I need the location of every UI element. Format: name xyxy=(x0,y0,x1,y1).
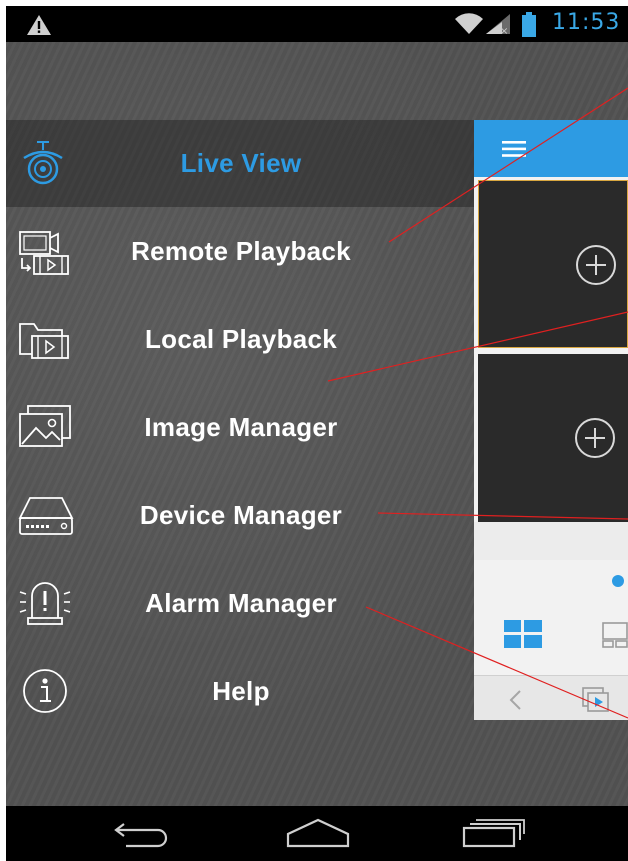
warning-icon xyxy=(27,15,51,35)
local-playback-icon xyxy=(19,323,69,359)
battery-icon xyxy=(522,12,536,37)
drawer-item-label: Help xyxy=(212,676,270,706)
drawer-item-device-manager[interactable]: Device Manager xyxy=(6,472,474,560)
drawer-item-local-playback[interactable]: Local Playback xyxy=(6,296,474,384)
drawer-item-label: Alarm Manager xyxy=(145,588,337,618)
add-channel-icon[interactable] xyxy=(573,416,617,460)
drawer-item-label: Live View xyxy=(180,148,302,178)
video-cell-2[interactable] xyxy=(478,354,628,522)
playback-icon[interactable] xyxy=(582,687,612,713)
page-indicator-dot xyxy=(612,575,624,587)
camera-icon xyxy=(23,141,63,185)
status-bar: × 11:53 xyxy=(6,6,628,42)
image-icon xyxy=(19,405,71,447)
info-icon xyxy=(23,669,67,713)
system-nav-bar xyxy=(6,806,628,861)
drawer-item-label: Local Playback xyxy=(144,324,338,354)
drawer-item-label: Image Manager xyxy=(144,412,338,442)
wifi-icon xyxy=(455,13,483,34)
drawer-item-label: Device Manager xyxy=(139,500,343,530)
video-cell-1[interactable] xyxy=(478,180,628,348)
signal-icon: × xyxy=(486,14,510,35)
svg-text:×: × xyxy=(500,26,508,35)
back-chevron-icon[interactable] xyxy=(508,689,522,711)
recent-apps-icon[interactable] xyxy=(462,818,526,848)
phone-screen: × 11:53 Live View Remote Playback Local … xyxy=(6,6,628,861)
hamburger-menu-icon[interactable] xyxy=(502,140,526,158)
home-icon[interactable] xyxy=(286,818,350,848)
cell-gap-strip xyxy=(474,522,628,560)
remote-playback-icon xyxy=(19,231,69,275)
status-clock: 11:53 xyxy=(552,10,621,35)
drawer-item-image-manager[interactable]: Image Manager xyxy=(6,384,474,472)
live-view-header xyxy=(474,120,628,177)
drawer-item-alarm-manager[interactable]: Alarm Manager xyxy=(6,560,474,648)
drawer-item-remote-playback[interactable]: Remote Playback xyxy=(6,208,474,296)
alarm-icon xyxy=(19,582,71,625)
add-channel-icon[interactable] xyxy=(574,243,618,287)
back-icon[interactable] xyxy=(110,818,170,850)
grid-layout-icon[interactable] xyxy=(504,620,542,648)
navigation-drawer: Live View Remote Playback Local Playback… xyxy=(6,42,474,806)
drawer-item-label: Remote Playback xyxy=(131,236,351,266)
drawer-item-live-view[interactable]: Live View xyxy=(6,120,474,208)
drawer-item-help[interactable]: Help xyxy=(6,648,474,736)
multi-screen-icon[interactable] xyxy=(602,622,628,648)
live-view-screen xyxy=(474,120,628,720)
